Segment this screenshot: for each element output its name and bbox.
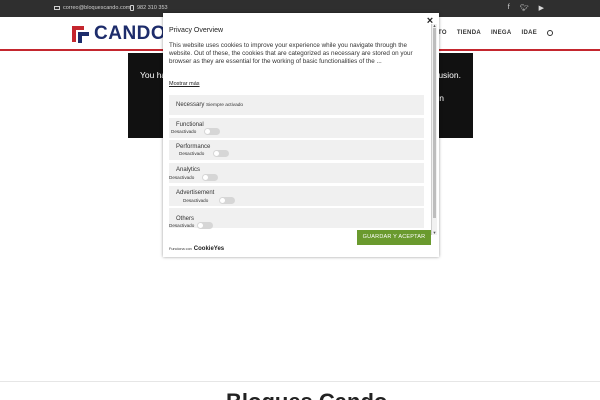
search-icon[interactable] (547, 30, 554, 36)
powered-by-text: Funciona con (169, 247, 192, 251)
scroll-down-icon[interactable]: ▼ (432, 231, 437, 235)
save-and-accept-button[interactable]: GUARDAR Y ACEPTAR (357, 230, 431, 245)
category-label: Functional (176, 122, 204, 128)
twitter-icon[interactable]: 🐦︎ (520, 4, 529, 12)
nav-item-tienda[interactable]: TIENDA (457, 30, 481, 36)
modal-description: This website uses cookies to improve you… (169, 42, 413, 66)
category-label: Necessary Siempre activado (176, 102, 244, 108)
category-status: Desactivado (183, 198, 209, 203)
contact-phone[interactable]: 982 310 353 (130, 5, 168, 11)
hero-text-right-2: n (439, 93, 444, 103)
privacy-overview-modal: × Privacy Overview This website uses coo… (163, 13, 439, 257)
nav-item-idae[interactable]: IDAE (521, 30, 537, 36)
category-label: Advertisement (176, 190, 215, 196)
show-more-link[interactable]: Mostrar más (169, 81, 200, 87)
social-links: f 🐦︎ ▶ (508, 4, 544, 12)
modal-title: Privacy Overview (169, 27, 224, 34)
others-toggle[interactable] (197, 222, 213, 229)
facebook-icon[interactable]: f (508, 4, 510, 12)
mail-icon (54, 6, 60, 10)
hero-text-right: usion. (438, 70, 461, 80)
category-others[interactable]: Others Desactivado (169, 208, 424, 229)
site-logo[interactable]: CANDO (70, 23, 166, 45)
youtube-icon[interactable]: ▶ (539, 4, 544, 12)
powered-by: Funciona con CookieYes (169, 246, 224, 252)
category-status: Desactivado (171, 129, 197, 134)
section-title: Bloques Cando (226, 389, 387, 400)
analytics-toggle[interactable] (202, 174, 218, 181)
performance-toggle[interactable] (213, 150, 229, 157)
category-necessary[interactable]: Necessary Siempre activado (169, 95, 424, 115)
nav-item-to[interactable]: TO (438, 30, 447, 36)
phone-text: 982 310 353 (137, 5, 168, 11)
modal-scroll-area: Privacy Overview This website uses cooki… (167, 22, 431, 235)
category-label: Performance (176, 144, 211, 150)
category-status: Siempre activado (206, 103, 244, 108)
category-status: Desactivado (169, 175, 195, 180)
category-status: Desactivado (179, 151, 205, 156)
advertisement-toggle[interactable] (219, 197, 235, 204)
category-advertisement[interactable]: Advertisement Desactivado (169, 186, 424, 206)
functional-toggle[interactable] (204, 128, 220, 135)
cookieyes-logo[interactable]: CookieYes (194, 246, 224, 252)
logo-text: CANDO (94, 23, 167, 44)
category-performance[interactable]: Performance Desactivado (169, 140, 424, 160)
category-label: Analytics (176, 167, 201, 173)
section-divider (0, 381, 600, 382)
category-label: Others (176, 216, 195, 222)
phone-icon (130, 5, 134, 11)
category-status: Desactivado (169, 223, 195, 228)
main-nav: TO TIENDA INEGA IDAE (438, 30, 554, 36)
logo-mark-icon (70, 24, 90, 44)
scrollbar-thumb[interactable] (433, 28, 436, 218)
contact-email[interactable]: correo@bloquescando.com (54, 5, 130, 11)
category-functional[interactable]: Functional Desactivado (169, 118, 424, 138)
modal-scrollbar[interactable]: ▲ ▼ (431, 24, 437, 235)
nav-item-inega[interactable]: INEGA (491, 30, 512, 36)
category-analytics[interactable]: Analytics Desactivado (169, 163, 424, 183)
email-text: correo@bloquescando.com (63, 5, 131, 11)
